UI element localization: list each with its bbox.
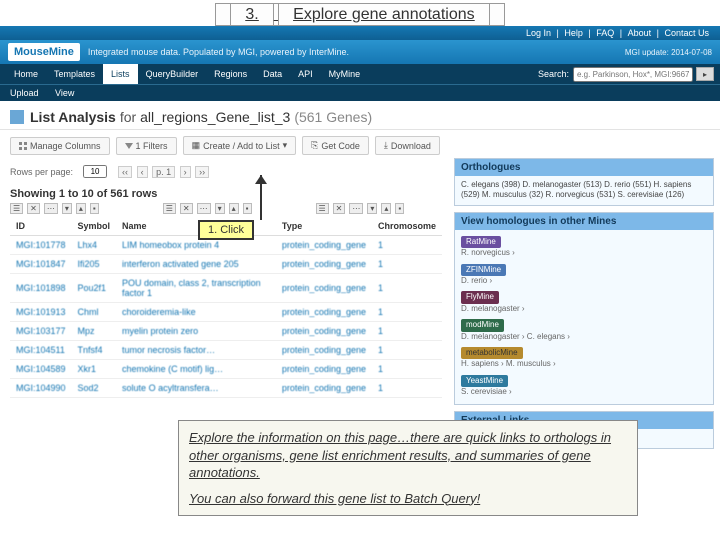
page-first[interactable]: ‹‹ bbox=[118, 166, 132, 178]
search-go-button[interactable]: ▸ bbox=[696, 67, 714, 81]
list-name: all_regions_Gene_list_3 bbox=[140, 109, 290, 125]
homologues-panel: View homologues in other Mines RatMineR.… bbox=[454, 212, 714, 406]
lists-subnav: Upload View bbox=[0, 84, 720, 101]
gene-table: ID Symbol Name Type Chromosome MGI:10177… bbox=[10, 217, 442, 398]
funnel-icon bbox=[125, 143, 133, 149]
modmine-link[interactable]: D. melanogaster › C. elegans › bbox=[461, 332, 707, 342]
pager: ‹‹ ‹ p. 1 › ›› bbox=[117, 167, 210, 177]
table-row[interactable]: MGI:101913Chmlchoroideremia-likeprotein_… bbox=[10, 303, 442, 322]
table-row[interactable]: MGI:104511Tnfsf4tumor necrosis factor…pr… bbox=[10, 341, 442, 360]
list-icon bbox=[10, 110, 24, 124]
ratmine-link[interactable]: R. norvegicus › bbox=[461, 248, 707, 258]
search-input[interactable] bbox=[573, 67, 693, 82]
instruction-p2: You can also forward this gene list to B… bbox=[189, 490, 627, 508]
create-list-button[interactable]: ▦ Create / Add to List ▾ bbox=[183, 136, 297, 155]
subnav-upload[interactable]: Upload bbox=[10, 88, 39, 98]
about-link[interactable]: About bbox=[628, 28, 652, 38]
col-id[interactable]: ID bbox=[10, 217, 72, 236]
flymine-badge[interactable]: FlyMine bbox=[461, 291, 499, 303]
yeastmine-link[interactable]: S. cerevisiae › bbox=[461, 387, 707, 397]
manage-columns-button[interactable]: Manage Columns bbox=[10, 137, 110, 155]
instruction-textbox: Explore the information on this page…the… bbox=[178, 420, 638, 516]
page-next[interactable]: › bbox=[180, 166, 191, 178]
table-row[interactable]: MGI:101898Pou2f1POU domain, class 2, tra… bbox=[10, 274, 442, 303]
nav-templates[interactable]: Templates bbox=[46, 64, 103, 84]
contact-link[interactable]: Contact Us bbox=[664, 28, 709, 38]
table-row[interactable]: MGI:101847Ifi205interferon activated gen… bbox=[10, 255, 442, 274]
page-title-for: for bbox=[120, 109, 136, 125]
subnav-view[interactable]: View bbox=[55, 88, 74, 98]
main-nav: Home Templates Lists QueryBuilder Region… bbox=[0, 64, 720, 84]
slide-title: 3. Explore gene annotations bbox=[0, 0, 720, 26]
page-current: p. 1 bbox=[152, 166, 175, 178]
help-link[interactable]: Help bbox=[564, 28, 583, 38]
callout-arrow bbox=[255, 175, 267, 220]
nav-lists[interactable]: Lists bbox=[103, 64, 138, 84]
nav-api[interactable]: API bbox=[290, 64, 321, 84]
nav-home[interactable]: Home bbox=[6, 64, 46, 84]
page-last[interactable]: ›› bbox=[195, 166, 209, 178]
table-row[interactable]: MGI:104589Xkr1chemokine (C motif) lig…pr… bbox=[10, 360, 442, 379]
rows-per-page-label: Rows per page: bbox=[10, 167, 73, 177]
slide-step-text: Explore gene annotations bbox=[278, 3, 489, 26]
search-label: Search: bbox=[538, 69, 569, 79]
slide-step-num: 3. bbox=[230, 3, 273, 26]
filters-button[interactable]: 1 Filters bbox=[116, 137, 177, 155]
page-header: List Analysis for all_regions_Gene_list_… bbox=[0, 101, 720, 130]
page-prev[interactable]: ‹ bbox=[137, 166, 148, 178]
table-row[interactable]: MGI:104990Sod2solute O acyltransfera…pro… bbox=[10, 379, 442, 398]
grid-icon bbox=[19, 142, 27, 150]
table-row[interactable]: MGI:103177Mpzmyelin protein zeroprotein_… bbox=[10, 322, 442, 341]
ratmine-badge[interactable]: RatMine bbox=[461, 236, 501, 248]
orthologues-title: Orthologues bbox=[455, 159, 713, 176]
brand-bar: MouseMine Integrated mouse data. Populat… bbox=[0, 40, 720, 64]
zfinmine-badge[interactable]: ZFINMine bbox=[461, 264, 506, 276]
metabolicmine-link[interactable]: H. sapiens › M. musculus › bbox=[461, 359, 707, 369]
callout-click: 1. Click bbox=[198, 220, 254, 240]
nav-mymine[interactable]: MyMine bbox=[321, 64, 369, 84]
tagline: Integrated mouse data. Populated by MGI,… bbox=[88, 47, 625, 57]
gene-count: (561 Genes) bbox=[294, 109, 372, 125]
zfinmine-link[interactable]: D. rerio › bbox=[461, 276, 707, 286]
login-link[interactable]: Log In bbox=[526, 28, 551, 38]
page-title-label: List Analysis bbox=[30, 109, 116, 125]
col-type[interactable]: Type bbox=[276, 217, 372, 236]
modmine-badge[interactable]: modMine bbox=[461, 319, 504, 331]
update-date: MGI update: 2014-07-08 bbox=[625, 48, 712, 57]
instruction-p1: Explore the information on this page…the… bbox=[189, 429, 627, 482]
nav-regions[interactable]: Regions bbox=[206, 64, 255, 84]
orthologues-panel: Orthologues C. elegans (398) D. melanoga… bbox=[454, 158, 714, 206]
get-code-button[interactable]: ⎘ Get Code bbox=[302, 136, 369, 155]
yeastmine-badge[interactable]: YeastMine bbox=[461, 375, 508, 387]
orthologues-body[interactable]: C. elegans (398) D. melanogaster (513) D… bbox=[455, 176, 713, 205]
flymine-link[interactable]: D. melanogaster › bbox=[461, 304, 707, 314]
rows-per-page-input[interactable] bbox=[83, 165, 107, 178]
top-links-bar: Log In | Help | FAQ | About | Contact Us bbox=[0, 26, 720, 40]
metabolicmine-badge[interactable]: metabolicMine bbox=[461, 347, 523, 359]
logo[interactable]: MouseMine bbox=[8, 43, 80, 61]
col-chr[interactable]: Chromosome bbox=[372, 217, 442, 236]
download-button[interactable]: ⤓ Download bbox=[375, 136, 440, 155]
table-toolbar: Manage Columns 1 Filters ▦ Create / Add … bbox=[0, 130, 720, 161]
nav-querybuilder[interactable]: QueryBuilder bbox=[138, 64, 207, 84]
homologues-title: View homologues in other Mines bbox=[455, 213, 713, 230]
nav-data[interactable]: Data bbox=[255, 64, 290, 84]
col-symbol[interactable]: Symbol bbox=[72, 217, 117, 236]
faq-link[interactable]: FAQ bbox=[596, 28, 614, 38]
